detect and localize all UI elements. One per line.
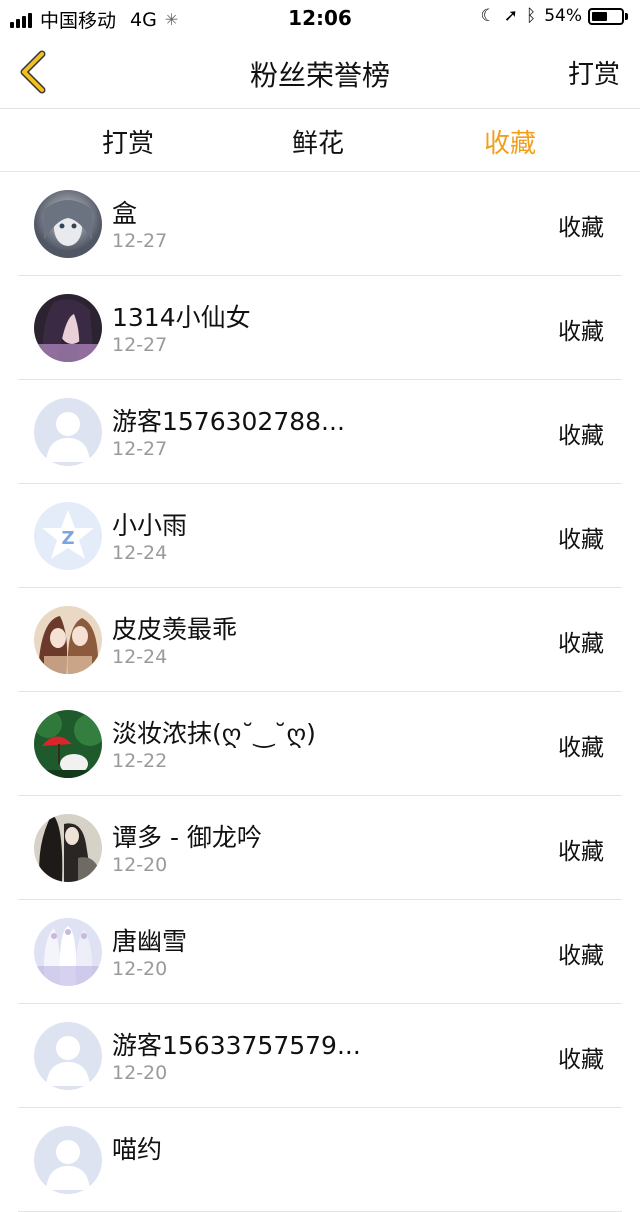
fan-list: 盒 12-27 收藏 1314小仙女 12-27 收藏 游客1576302788… <box>0 172 640 1212</box>
location-arrow-icon: ➚ <box>503 6 518 26</box>
list-item[interactable]: 皮皮羡最乖 12-24 收藏 <box>0 588 640 692</box>
avatar <box>34 190 102 258</box>
date-label: 12-24 <box>112 646 168 668</box>
user-name: 小小雨 <box>112 511 188 540</box>
tab-bar: 打赏 鲜花 收藏 <box>0 109 640 172</box>
list-item[interactable]: 唐幽雪 12-20 收藏 <box>0 900 640 1004</box>
battery-tip <box>625 12 628 20</box>
avatar <box>34 606 102 674</box>
date-label: 12-24 <box>112 542 168 564</box>
date-label: 12-20 <box>112 958 168 980</box>
date-label: 12-20 <box>112 1062 168 1084</box>
status-right: ☾ ➚ ᛒ 54% <box>473 6 628 26</box>
action-label: 收藏 <box>558 527 604 553</box>
user-name: 1314小仙女 <box>112 303 251 332</box>
status-bar: 中国移动 4G ✳ 12:06 ☾ ➚ ᛒ 54% <box>0 0 640 36</box>
tab-flowers[interactable]: 鲜花 <box>248 123 388 160</box>
svg-text:Z: Z <box>61 528 74 549</box>
action-label: 收藏 <box>558 423 604 449</box>
user-name: 游客15633757579... <box>112 1031 361 1060</box>
action-label: 收藏 <box>558 943 604 969</box>
action-label: 收藏 <box>558 735 604 761</box>
avatar <box>34 398 102 466</box>
action-label: 收藏 <box>558 215 604 241</box>
default-user-icon <box>34 398 102 466</box>
list-item[interactable]: Z 小小雨 12-24 收藏 <box>0 484 640 588</box>
list-item[interactable]: 淡妆浓抹(ღ˘‿˘ღ) 12-22 收藏 <box>0 692 640 796</box>
default-user-icon <box>34 1126 102 1194</box>
avatar <box>34 1126 102 1194</box>
user-name: 喵约 <box>112 1135 163 1164</box>
date-label: 12-27 <box>112 438 168 460</box>
action-label: 收藏 <box>558 1047 604 1073</box>
avatar <box>34 918 102 986</box>
nav-bar: 粉丝荣誉榜 打赏 <box>0 36 640 109</box>
tab-reward[interactable]: 打赏 <box>58 123 198 160</box>
tab-favorites[interactable]: 收藏 <box>440 123 580 160</box>
date-label: 12-27 <box>112 230 168 252</box>
avatar <box>34 1022 102 1090</box>
list-item[interactable]: 游客1576302788... 12-27 收藏 <box>0 380 640 484</box>
user-name: 游客1576302788... <box>112 407 345 436</box>
list-item[interactable]: 谭多 - 御龙吟 12-20 收藏 <box>0 796 640 900</box>
moon-icon: ☾ <box>480 6 496 26</box>
action-label: 收藏 <box>558 631 604 657</box>
default-user-icon <box>34 1022 102 1090</box>
date-label: 12-22 <box>112 750 168 772</box>
qq-star-icon: Z <box>34 502 102 570</box>
user-name: 淡妆浓抹(ღ˘‿˘ღ) <box>112 719 316 748</box>
date-label: 12-27 <box>112 334 168 356</box>
action-label: 收藏 <box>558 839 604 865</box>
avatar <box>34 814 102 882</box>
avatar: Z <box>34 502 102 570</box>
date-label: 12-20 <box>112 854 168 876</box>
user-name: 谭多 - 御龙吟 <box>112 823 262 852</box>
reward-button[interactable]: 打赏 <box>568 54 620 91</box>
user-name: 盒 <box>112 199 138 228</box>
list-item[interactable]: 喵约 <box>0 1108 640 1212</box>
list-item[interactable]: 1314小仙女 12-27 收藏 <box>0 276 640 380</box>
avatar <box>34 710 102 778</box>
user-name: 唐幽雪 <box>112 927 188 956</box>
bluetooth-icon: ᛒ <box>526 6 537 26</box>
list-item[interactable]: 盒 12-27 收藏 <box>0 172 640 276</box>
page-title: 粉丝荣誉榜 <box>249 59 390 92</box>
action-label: 收藏 <box>558 319 604 345</box>
battery-percent: 54% <box>544 6 582 26</box>
list-item[interactable]: 游客15633757579... 12-20 收藏 <box>0 1004 640 1108</box>
battery-icon <box>588 7 624 25</box>
user-name: 皮皮羡最乖 <box>112 615 238 644</box>
avatar <box>34 294 102 362</box>
